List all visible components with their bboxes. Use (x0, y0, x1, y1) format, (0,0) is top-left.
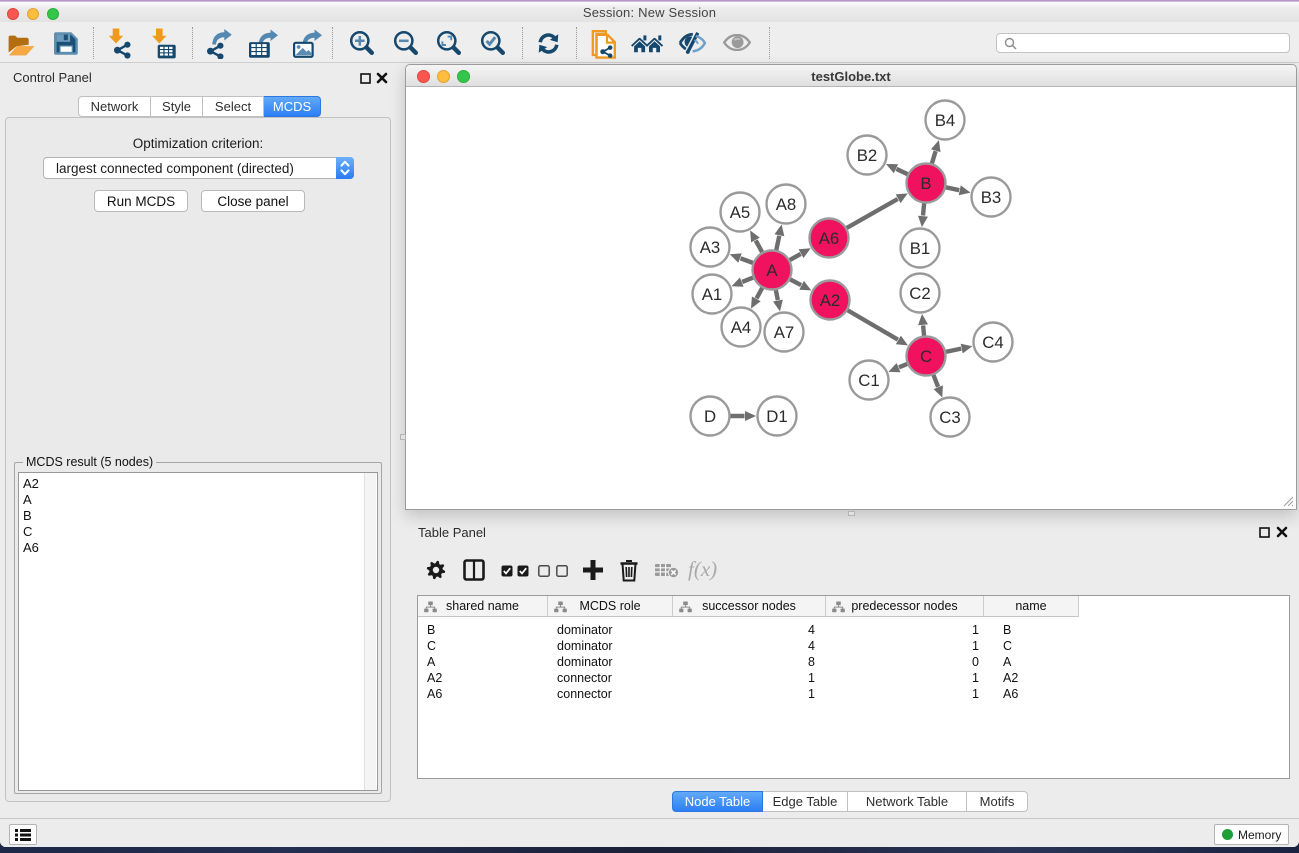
svg-text:B2: B2 (857, 146, 878, 165)
svg-text:D1: D1 (766, 407, 787, 426)
svg-text:A2: A2 (820, 291, 841, 310)
svg-text:B3: B3 (981, 188, 1002, 207)
svg-text:D: D (704, 407, 716, 426)
svg-text:B4: B4 (935, 111, 956, 130)
svg-text:A4: A4 (731, 318, 752, 337)
svg-text:A3: A3 (700, 238, 721, 257)
svg-text:B: B (920, 174, 931, 193)
svg-text:A7: A7 (774, 323, 795, 342)
svg-text:A1: A1 (702, 285, 723, 304)
svg-text:A8: A8 (776, 195, 797, 214)
svg-text:A: A (766, 261, 778, 280)
svg-text:A5: A5 (730, 203, 751, 222)
svg-text:C2: C2 (909, 284, 930, 303)
svg-text:C4: C4 (982, 333, 1003, 352)
svg-text:C3: C3 (939, 408, 960, 427)
svg-text:A6: A6 (819, 229, 840, 248)
svg-text:C1: C1 (858, 371, 879, 390)
svg-text:C: C (920, 347, 932, 366)
svg-text:B1: B1 (910, 239, 931, 258)
